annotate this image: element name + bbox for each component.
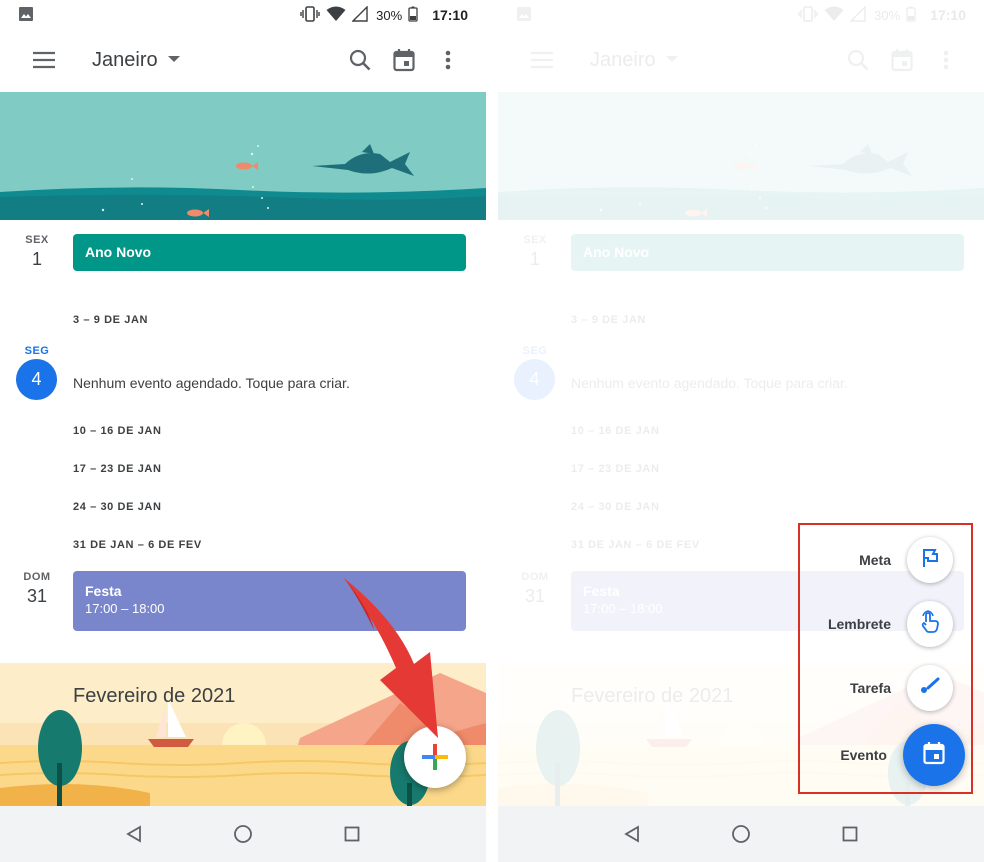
phone-screen-before: 30% 17:10 Janeiro SEX 1 Ano Novo 3 – 9 D… [0,0,486,862]
search-button[interactable] [338,38,382,82]
calendar-event-icon [923,741,945,770]
dropdown-arrow-icon [167,56,180,62]
phone-screen-speed-dial: 30% 17:10 Janeiro [498,0,984,862]
event-ano-novo[interactable]: Ano Novo [73,234,466,271]
signal-icon [351,4,368,25]
speed-dial-label: Meta [859,552,891,568]
speed-dial-button[interactable] [907,665,953,711]
speed-dial-item-flag[interactable]: Meta [859,537,953,583]
plus-multicolor-icon [422,744,448,770]
back-button[interactable] [114,814,154,854]
month-selector[interactable]: Janeiro [92,49,180,72]
back-triangle-icon [624,825,640,843]
vibrate-icon [300,5,320,25]
flag-icon [919,547,941,574]
calendar-today-icon [393,49,415,72]
today-button[interactable] [382,38,426,82]
week-header: 3 – 9 DE JAN [73,314,149,326]
recents-square-icon [344,826,360,842]
day-of-week: SEX [25,234,49,246]
home-button[interactable] [721,814,761,854]
menu-button[interactable] [22,38,66,82]
speed-dial-label: Evento [840,747,887,763]
speed-dial-label: Lembrete [827,616,891,632]
week-header: 17 – 23 DE JAN [73,463,162,475]
speed-dial-label: Tarefa [850,680,891,696]
speed-dial-menu: Meta Lembrete Tarefa Evento [798,523,973,794]
month-title-february: Fevereiro de 2021 [73,685,236,707]
task-check-icon [919,675,941,702]
month-banner-illustration [0,92,486,220]
speed-dial-item-task-check[interactable]: Tarefa [850,665,953,711]
home-button[interactable] [223,814,263,854]
day-of-week: DOM [23,571,51,583]
speed-dial-button[interactable] [907,537,953,583]
today-date-badge: 4 [16,359,57,400]
recents-button[interactable] [830,814,870,854]
day-number: 31 [26,586,48,606]
gallery-notification-icon [18,6,34,25]
back-button[interactable] [612,814,652,854]
reminder-hand-icon [918,609,942,639]
status-bar: 30% 17:10 [0,0,486,30]
battery-icon [408,6,418,25]
status-time: 17:10 [432,7,468,23]
home-circle-icon [234,825,252,843]
speed-dial-item-calendar-event[interactable]: Evento [840,724,965,786]
event-time: 17:00 – 18:00 [85,601,165,616]
week-header: 10 – 16 DE JAN [73,425,162,437]
event-festa[interactable]: Festa 17:00 – 18:00 [73,571,466,631]
week-header: 31 DE JAN – 6 DE FEV [73,539,202,551]
back-triangle-icon [126,825,142,843]
month-title: Janeiro [92,48,158,71]
app-bar: Janeiro [0,30,486,90]
system-navigation-bar [0,806,486,862]
no-events-message[interactable]: Nenhum evento agendado. Toque para criar… [73,375,350,391]
battery-percent: 30% [376,7,403,23]
recents-square-icon [842,826,858,842]
speed-dial-item-reminder-hand[interactable]: Lembrete [828,601,953,647]
event-title: Festa [85,583,122,599]
speed-dial-button[interactable] [907,601,953,647]
event-title: Ano Novo [85,244,152,260]
recents-button[interactable] [332,814,372,854]
wifi-icon [326,6,346,25]
week-header: 24 – 30 DE JAN [73,501,162,513]
create-fab-button[interactable] [404,726,466,788]
search-icon [349,49,371,71]
day-of-week: SEG [24,345,50,357]
speed-dial-main-button[interactable] [903,724,965,786]
day-number: 1 [31,249,42,269]
system-navigation-bar [498,806,984,862]
more-vert-icon [445,50,451,70]
hamburger-menu-icon [33,51,55,69]
home-circle-icon [732,825,750,843]
more-options-button[interactable] [426,38,470,82]
